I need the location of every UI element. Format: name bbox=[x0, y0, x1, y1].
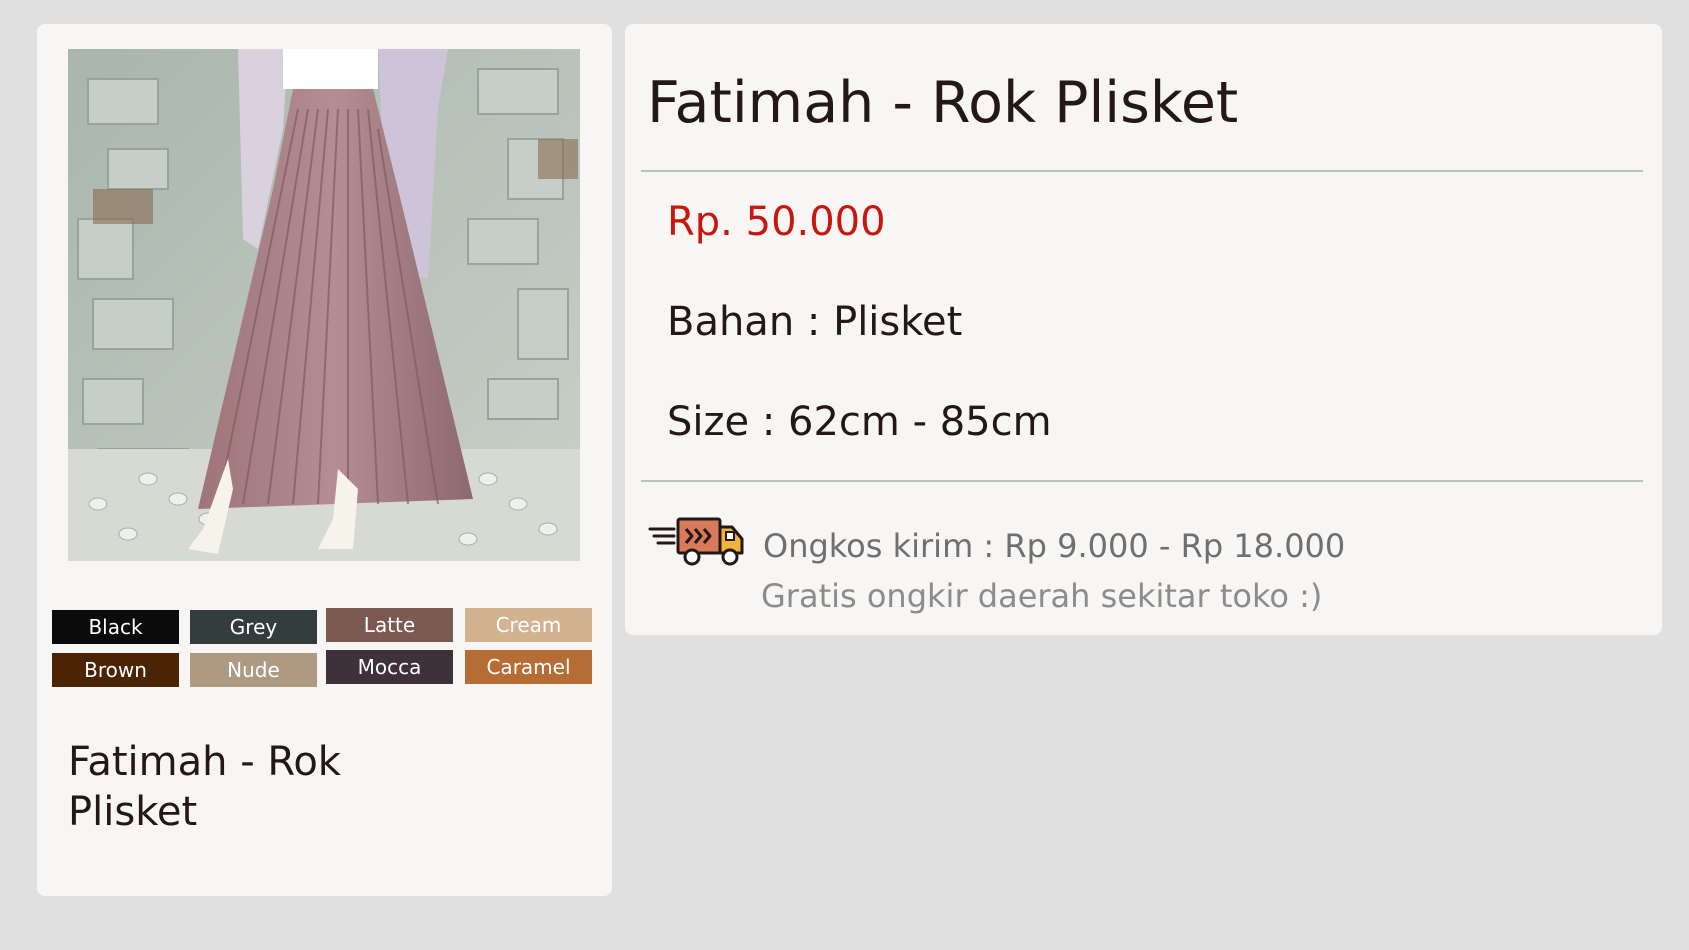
color-swatch-latte[interactable]: Latte bbox=[326, 608, 453, 642]
color-swatch-brown[interactable]: Brown bbox=[52, 653, 179, 687]
delivery-truck-icon bbox=[648, 505, 745, 572]
color-swatch-nude[interactable]: Nude bbox=[190, 653, 317, 687]
title-divider bbox=[641, 170, 1643, 172]
shipping-note: Gratis ongkir daerah sekitar toko :) bbox=[761, 577, 1323, 615]
shipping-divider bbox=[641, 480, 1643, 482]
color-swatch-caramel[interactable]: Caramel bbox=[465, 650, 592, 684]
product-size: Size : 62cm - 85cm bbox=[667, 399, 1052, 445]
color-swatch-mocca[interactable]: Mocca bbox=[326, 650, 453, 684]
product-price: Rp. 50.000 bbox=[667, 199, 886, 245]
color-swatch-grey[interactable]: Grey bbox=[190, 610, 317, 644]
product-image[interactable] bbox=[68, 49, 580, 561]
skirt-photo bbox=[68, 49, 580, 561]
product-card-title[interactable]: Fatimah - Rok Plisket bbox=[68, 737, 368, 837]
color-swatch-black[interactable]: Black bbox=[52, 610, 179, 644]
product-material: Bahan : Plisket bbox=[667, 299, 963, 345]
shipping-cost: Ongkos kirim : Rp 9.000 - Rp 18.000 bbox=[763, 527, 1346, 565]
product-detail-card: Fatimah - Rok Plisket Rp. 50.000 Bahan :… bbox=[625, 24, 1662, 635]
color-swatch-cream[interactable]: Cream bbox=[465, 608, 592, 642]
product-card: Black Grey Latte Cream Brown Nude Mocca … bbox=[37, 24, 612, 896]
product-detail-title: Fatimah - Rok Plisket bbox=[647, 70, 1239, 136]
